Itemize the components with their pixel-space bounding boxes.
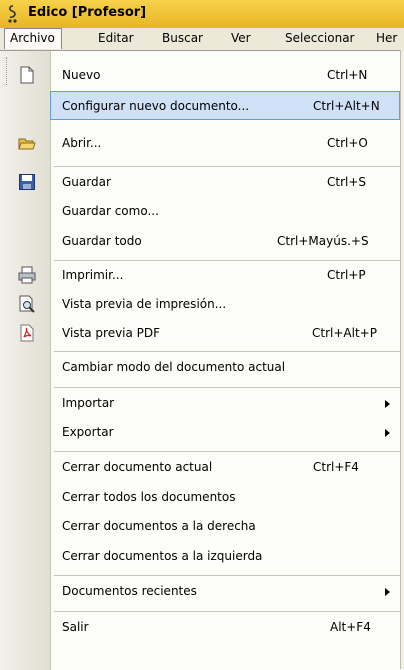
menu-item-salir[interactable]: Salir Alt+F4	[0, 613, 404, 642]
menu-item-label: Cerrar todos los documentos	[62, 490, 236, 504]
print-preview-icon	[19, 295, 35, 313]
menu-item-shortcut: Alt+F4	[330, 620, 371, 634]
menu-item-guardar-como[interactable]: Guardar como...	[0, 197, 404, 226]
menu-item-shortcut: Ctrl+P	[327, 268, 366, 282]
menu-archivo[interactable]: Archivo	[4, 28, 62, 49]
menu-item-label: Nuevo	[62, 68, 101, 82]
menu-item-label: Salir	[62, 620, 89, 634]
menu-item-exportar[interactable]: Exportar	[0, 418, 404, 447]
menu-item-guardar[interactable]: Guardar Ctrl+S	[0, 168, 404, 197]
menu-item-label: Configurar nuevo documento...	[62, 99, 250, 113]
submenu-arrow-icon	[385, 429, 390, 437]
app-icon	[8, 5, 17, 23]
menu-item-configurar-nuevo-documento[interactable]: Configurar nuevo documento... Ctrl+Alt+N	[50, 91, 400, 120]
menu-item-label: Guardar como...	[62, 204, 159, 218]
menu-item-shortcut: Ctrl+N	[327, 68, 368, 82]
menu-item-vista-previa-pdf[interactable]: Vista previa PDF Ctrl+Alt+P	[0, 319, 404, 348]
pdf-icon	[20, 324, 34, 342]
menu-item-nuevo[interactable]: Nuevo Ctrl+N	[0, 61, 404, 90]
menu-item-abrir[interactable]: Abrir... Ctrl+O	[0, 129, 404, 158]
menu-separator	[54, 351, 400, 352]
menu-separator	[54, 166, 400, 167]
menu-right-edge	[400, 50, 404, 669]
menu-item-cerrar-todos[interactable]: Cerrar todos los documentos	[0, 483, 404, 512]
menu-item-label: Guardar todo	[62, 234, 142, 248]
menu-item-cerrar-documento-actual[interactable]: Cerrar documento actual Ctrl+F4	[0, 453, 404, 482]
menu-item-label: Importar	[62, 396, 115, 410]
menu-item-label: Exportar	[62, 425, 114, 439]
menu-item-label: Guardar	[62, 175, 111, 189]
menu-seleccionar[interactable]: Seleccionar	[285, 31, 354, 45]
menu-item-vista-previa-impresion[interactable]: Vista previa de impresión...	[0, 290, 404, 319]
menu-item-label: Cerrar documentos a la derecha	[62, 519, 256, 533]
menu-bar: Archivo Editar Buscar Ver Seleccionar He…	[0, 28, 404, 51]
save-disk-icon	[19, 174, 35, 190]
open-folder-icon	[18, 138, 36, 150]
menu-item-cambiar-modo[interactable]: Cambiar modo del documento actual	[0, 353, 404, 382]
menu-item-shortcut: Ctrl+Mayús.+S	[277, 234, 369, 248]
printer-icon	[18, 266, 36, 284]
menu-item-label: Abrir...	[62, 136, 102, 150]
menu-item-importar[interactable]: Importar	[0, 389, 404, 418]
archivo-dropdown-menu: Nuevo Ctrl+N Configurar nuevo documento.…	[0, 50, 404, 670]
menu-herramientas[interactable]: Her	[376, 31, 397, 45]
menu-buscar[interactable]: Buscar	[162, 31, 203, 45]
menu-item-cerrar-izquierda[interactable]: Cerrar documentos a la izquierda	[0, 542, 404, 571]
menu-item-shortcut: Ctrl+F4	[313, 460, 359, 474]
menu-item-imprimir[interactable]: Imprimir... Ctrl+P	[0, 261, 404, 290]
menu-item-label: Cambiar modo del documento actual	[62, 360, 286, 374]
menu-editar[interactable]: Editar	[98, 31, 134, 45]
menu-item-cerrar-derecha[interactable]: Cerrar documentos a la derecha	[0, 512, 404, 541]
menu-item-shortcut: Ctrl+Alt+N	[313, 99, 380, 113]
submenu-arrow-icon	[385, 400, 390, 408]
menu-separator	[54, 611, 400, 612]
menu-item-shortcut: Ctrl+Alt+P	[312, 326, 377, 340]
menu-item-label: Vista previa de impresión...	[62, 297, 227, 311]
menu-item-shortcut: Ctrl+S	[327, 175, 367, 189]
menu-item-label: Vista previa PDF	[62, 326, 161, 340]
menu-separator	[54, 451, 400, 452]
title-bar: Edico [Profesor]	[0, 0, 404, 29]
menu-item-guardar-todo[interactable]: Guardar todo Ctrl+Mayús.+S	[0, 227, 404, 256]
menu-item-label: Imprimir...	[62, 268, 124, 282]
menu-item-label: Cerrar documentos a la izquierda	[62, 549, 263, 563]
menu-separator	[54, 575, 400, 576]
menu-item-label: Documentos recientes	[62, 584, 197, 598]
window-title: Edico [Profesor]	[28, 5, 147, 20]
menu-item-label: Cerrar documento actual	[62, 460, 213, 474]
new-document-icon	[20, 66, 34, 84]
menu-ver[interactable]: Ver	[231, 31, 251, 45]
menu-separator	[54, 387, 400, 388]
submenu-arrow-icon	[385, 588, 390, 596]
menu-item-shortcut: Ctrl+O	[327, 136, 368, 150]
menu-item-documentos-recientes[interactable]: Documentos recientes	[0, 577, 404, 606]
